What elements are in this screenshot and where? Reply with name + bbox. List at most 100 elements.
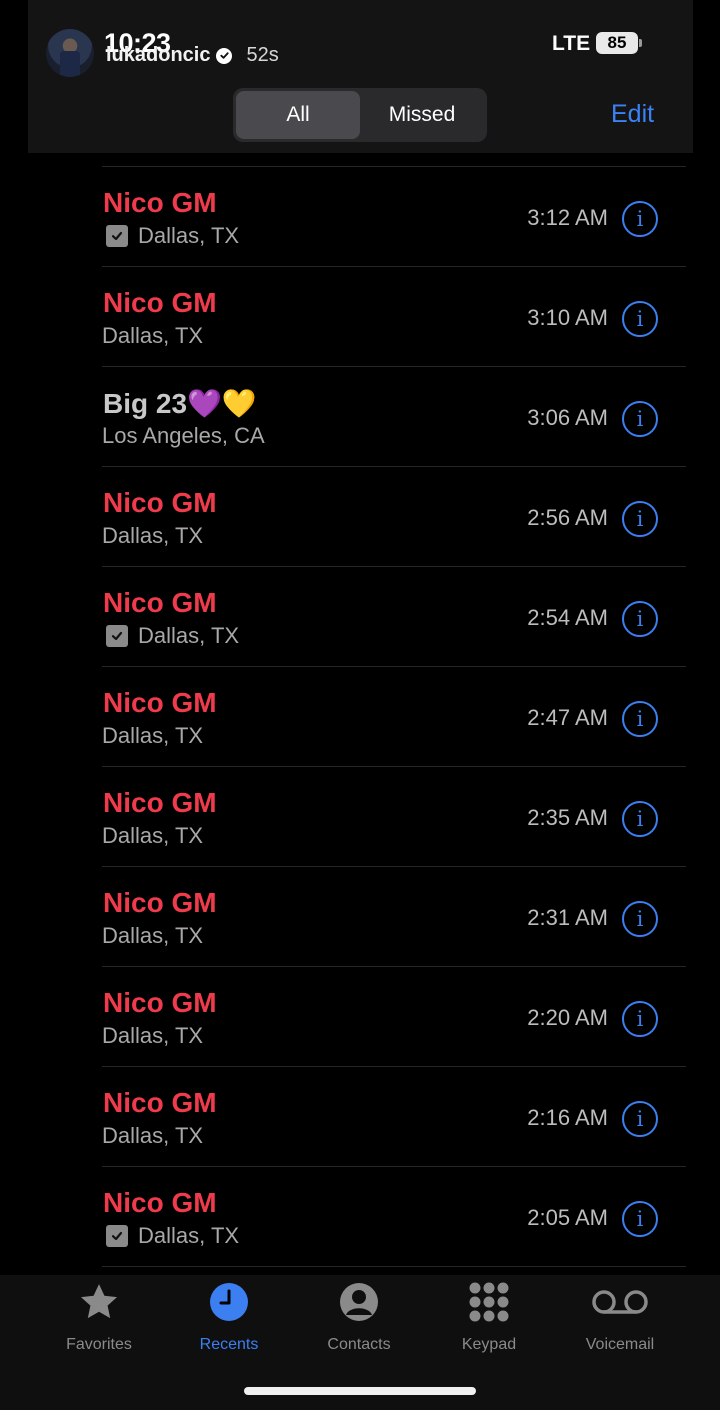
clock-icon [209, 1280, 249, 1324]
carrier-label: LTE [552, 32, 591, 55]
tab-favorites[interactable]: Favorites [34, 1280, 164, 1354]
call-subtitle: Dallas, TX [102, 823, 203, 849]
verified-badge-icon [216, 47, 233, 64]
call-subtitle: Dallas, TX [102, 1223, 239, 1249]
tab-contacts[interactable]: Contacts [294, 1280, 424, 1354]
call-row[interactable]: Nico GM Dallas, TX 2:16 AM i [102, 1067, 686, 1167]
battery-level: 85 [607, 33, 627, 52]
caller-name: Nico GM [103, 787, 217, 818]
call-row[interactable]: Nico GM Dallas, TX 2:47 AM i [102, 667, 686, 767]
caller-location: Dallas, TX [102, 523, 204, 548]
info-icon[interactable]: i [622, 401, 658, 437]
caller-name: Nico GM [103, 987, 217, 1018]
battery-icon: 85 [596, 32, 638, 54]
info-icon[interactable]: i [622, 1201, 658, 1237]
tab-label: Recents [199, 1336, 259, 1353]
call-row[interactable]: Big 23💜💛 Los Angeles, CA 3:06 AM i [102, 367, 686, 467]
caller-location: Dallas, TX [138, 1223, 240, 1248]
caller-name: Nico GM [103, 1087, 217, 1118]
info-icon[interactable]: i [622, 701, 658, 737]
call-time: 2:56 AM [527, 505, 608, 530]
caller-location: Dallas, TX [102, 923, 204, 948]
caller-name: Nico GM [103, 187, 217, 218]
call-time: 3:12 AM [527, 205, 608, 230]
caller-location: Dallas, TX [102, 823, 204, 848]
caller-name: Nico GM [103, 587, 217, 618]
home-indicator[interactable] [244, 1387, 476, 1395]
caller-name: Nico GM [103, 287, 217, 318]
checkmark-icon [106, 1225, 128, 1247]
segmented-control: All Missed [233, 88, 487, 142]
voicemail-icon [591, 1280, 649, 1324]
caller-name: Nico GM [103, 687, 217, 718]
call-row[interactable]: Nico GM Dallas, TX 2:05 AM i [102, 1167, 686, 1267]
edit-button[interactable]: Edit [611, 100, 654, 129]
caller-location: Dallas, TX [102, 723, 204, 748]
call-row[interactable]: Nico GM Dallas, TX 2:31 AM i [102, 867, 686, 967]
segment-all[interactable]: All [236, 91, 360, 139]
call-subtitle: Dallas, TX [102, 1123, 203, 1149]
info-icon[interactable]: i [622, 801, 658, 837]
call-time: 3:06 AM [527, 405, 608, 430]
keypad-icon [468, 1280, 510, 1324]
call-row[interactable]: Nico GM Dallas, TX 2:56 AM i [102, 467, 686, 567]
info-icon[interactable]: i [622, 1001, 658, 1037]
segment-missed[interactable]: Missed [360, 91, 484, 139]
battery-tip [639, 39, 642, 47]
tab-recents[interactable]: Recents [164, 1280, 294, 1354]
call-row[interactable]: Nico GM Dallas, TX 3:10 AM i [102, 267, 686, 367]
caller-name: Nico GM [103, 487, 217, 518]
tab-label: Contacts [327, 1336, 391, 1353]
checkmark-icon [106, 225, 128, 247]
call-subtitle: Dallas, TX [102, 1023, 203, 1049]
tab-voicemail[interactable]: Voicemail [555, 1280, 685, 1354]
call-time: 3:10 AM [527, 305, 608, 330]
avatar[interactable] [46, 29, 94, 77]
call-time: 2:16 AM [527, 1105, 608, 1130]
info-icon[interactable]: i [622, 501, 658, 537]
info-icon[interactable]: i [622, 601, 658, 637]
tab-label: Keypad [461, 1336, 517, 1353]
call-row[interactable]: Nico GM Dallas, TX 2:20 AM i [102, 967, 686, 1067]
call-subtitle: Dallas, TX [102, 623, 239, 649]
star-icon [77, 1280, 121, 1324]
caller-location: Dallas, TX [138, 623, 240, 648]
call-subtitle: Dallas, TX [102, 523, 203, 549]
story-username[interactable]: lukadoncic 52s [106, 44, 279, 67]
checkmark-icon [106, 625, 128, 647]
caller-name: Big 23💜💛 [103, 388, 257, 419]
call-time: 2:31 AM [527, 905, 608, 930]
call-time: 2:20 AM [527, 1005, 608, 1030]
call-row[interactable]: Nico GM Dallas, TX 2:35 AM i [102, 767, 686, 867]
call-time: 2:05 AM [527, 1205, 608, 1230]
caller-location: Dallas, TX [138, 223, 240, 248]
info-icon[interactable]: i [622, 201, 658, 237]
tab-label: Voicemail [585, 1336, 655, 1353]
story-elapsed: 52s [246, 44, 279, 66]
recents-list: Nico GM Dallas, TX 3:12 AM i Nico GM Dallas, … [102, 166, 686, 1267]
call-subtitle: Dallas, TX [102, 323, 203, 349]
call-row[interactable]: Nico GM Dallas, TX 3:12 AM i [102, 167, 686, 267]
call-time: 2:35 AM [527, 805, 608, 830]
username-label: lukadoncic [106, 44, 211, 66]
caller-name: Nico GM [103, 887, 217, 918]
caller-location: Dallas, TX [102, 1023, 204, 1048]
call-subtitle: Dallas, TX [102, 223, 239, 249]
tab-keypad[interactable]: Keypad [424, 1280, 554, 1354]
info-icon[interactable]: i [622, 1101, 658, 1137]
call-time: 2:47 AM [527, 705, 608, 730]
caller-location: Dallas, TX [102, 1123, 204, 1148]
caller-name: Nico GM [103, 1187, 217, 1218]
person-circle-icon [339, 1280, 379, 1324]
call-subtitle: Dallas, TX [102, 923, 203, 949]
caller-location: Dallas, TX [102, 323, 204, 348]
tab-label: Favorites [66, 1336, 132, 1353]
call-subtitle: Dallas, TX [102, 723, 203, 749]
call-subtitle: Los Angeles, CA [102, 423, 265, 449]
cellular-signal-icon [511, 33, 540, 51]
call-row[interactable]: Nico GM Dallas, TX 2:54 AM i [102, 567, 686, 667]
caller-location: Los Angeles, CA [102, 423, 265, 448]
info-icon[interactable]: i [622, 301, 658, 337]
info-icon[interactable]: i [622, 901, 658, 937]
call-time: 2:54 AM [527, 605, 608, 630]
